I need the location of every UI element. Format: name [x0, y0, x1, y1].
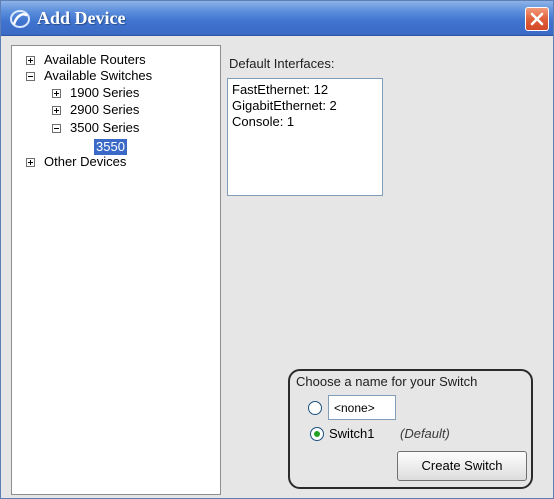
expand-plus-icon[interactable]	[26, 55, 35, 65]
tree-item-label: 1900 Series	[70, 85, 140, 100]
collapse-minus-icon[interactable]	[26, 71, 35, 81]
window-title: Add Device	[37, 8, 126, 28]
tree-item-label: Available Switches	[44, 68, 153, 83]
close-button[interactable]	[525, 7, 549, 31]
create-switch-button[interactable]: Create Switch	[397, 451, 527, 481]
tree-item-3550[interactable]: 3550	[94, 139, 127, 155]
name-group-title: Choose a name for your Switch	[296, 374, 478, 389]
expand-plus-icon[interactable]	[52, 88, 61, 98]
title-bar[interactable]: Add Device	[1, 1, 553, 36]
device-tree[interactable]: Available Routers Available Switches 190…	[11, 45, 221, 495]
expand-plus-icon[interactable]	[52, 105, 61, 115]
tree-item-label: 2900 Series	[70, 102, 140, 117]
tree-item-other-devices[interactable]: Other Devices	[26, 154, 126, 170]
tree-item-available-routers[interactable]: Available Routers	[26, 52, 146, 68]
default-name-label: Switch1	[329, 426, 375, 441]
app-swirl-icon	[10, 10, 30, 28]
interface-line: Console: 1	[232, 114, 295, 129]
tree-item-label: Available Routers	[44, 52, 146, 67]
tree-item-1900-series[interactable]: 1900 Series	[52, 85, 139, 101]
interface-line: GigabitEthernet: 2	[232, 98, 337, 113]
add-device-dialog: Add Device Available Routers Available S…	[0, 0, 554, 499]
tree-item-label: 3500 Series	[70, 120, 140, 135]
custom-name-input[interactable]	[328, 395, 396, 420]
default-interfaces-list[interactable]: FastEthernet: 12 GigabitEthernet: 2 Cons…	[227, 78, 383, 196]
tree-item-3500-series[interactable]: 3500 Series	[52, 120, 139, 136]
collapse-minus-icon[interactable]	[52, 123, 61, 133]
default-interfaces-label: Default Interfaces:	[229, 56, 335, 71]
tree-item-2900-series[interactable]: 2900 Series	[52, 102, 139, 118]
interface-line: FastEthernet: 12	[232, 82, 329, 97]
custom-name-radio[interactable]	[308, 401, 322, 415]
tree-item-label: Other Devices	[44, 154, 127, 169]
expand-plus-icon[interactable]	[26, 157, 35, 167]
close-icon	[530, 12, 544, 26]
default-name-radio[interactable]	[310, 427, 324, 441]
name-group-box: Choose a name for your Switch Switch1 (D…	[288, 369, 533, 489]
tree-item-available-switches[interactable]: Available Switches	[26, 68, 152, 84]
default-tag: (Default)	[400, 426, 450, 441]
